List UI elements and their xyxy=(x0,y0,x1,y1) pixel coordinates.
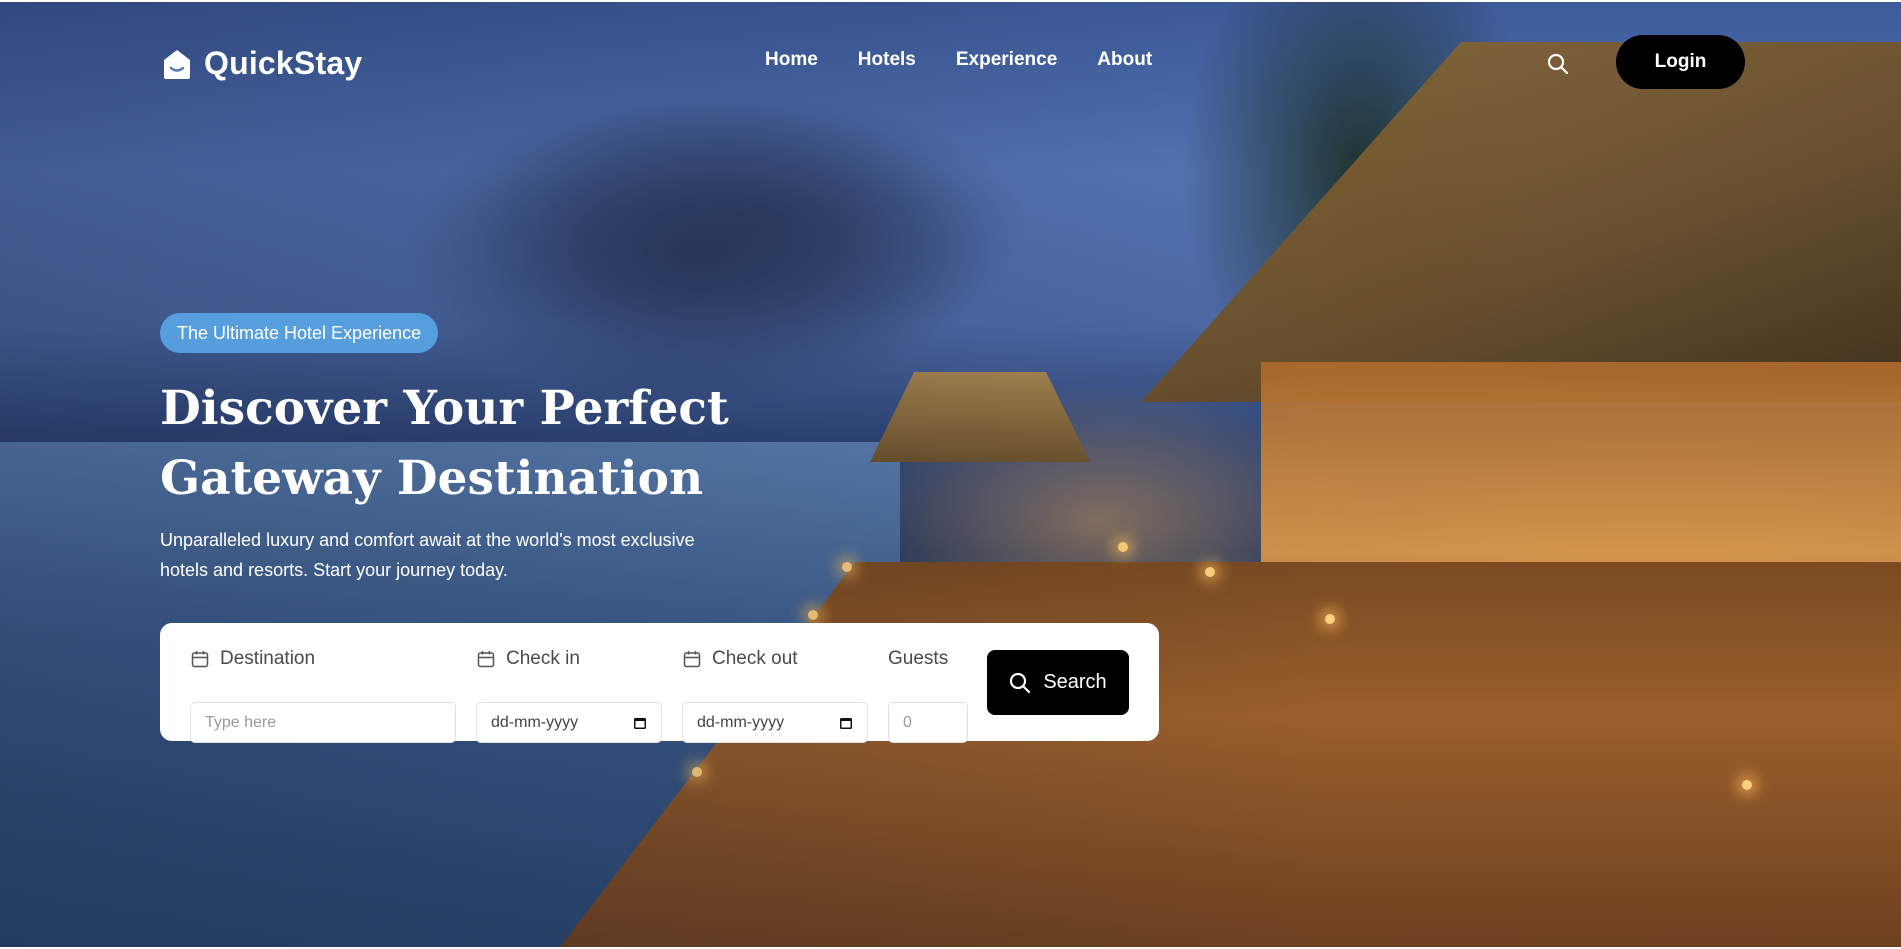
brand-logo[interactable]: QuickStay xyxy=(160,45,362,82)
hero-section: QuickStay Home Hotels Experience About L… xyxy=(0,2,1901,947)
login-button[interactable]: Login xyxy=(1616,35,1745,89)
date-picker-icon[interactable] xyxy=(839,716,853,730)
check-in-label-text: Check in xyxy=(506,648,580,669)
nav-about[interactable]: About xyxy=(1097,49,1152,71)
check-in-input[interactable]: dd-mm-yyyy xyxy=(476,702,662,743)
main-nav: Home Hotels Experience About xyxy=(765,49,1152,71)
search-button[interactable]: Search xyxy=(987,650,1129,715)
hero-subtitle: Unparalleled luxury and comfort await at… xyxy=(160,525,800,585)
brand-name: QuickStay xyxy=(204,45,363,81)
booking-search-panel: Destination Type here Check in dd-mm-yyy… xyxy=(160,623,1159,743)
check-out-placeholder: dd-mm-yyyy xyxy=(697,713,785,731)
check-out-field: Check out dd-mm-yyyy xyxy=(682,646,868,743)
check-out-input[interactable]: dd-mm-yyyy xyxy=(682,702,868,743)
destination-placeholder: Type here xyxy=(205,713,277,731)
subtitle-line-2: hotels and resorts. Start your journey t… xyxy=(160,560,508,580)
date-picker-icon[interactable] xyxy=(633,716,647,730)
subtitle-line-1: Unparalleled luxury and comfort await at… xyxy=(160,530,695,550)
nav-home[interactable]: Home xyxy=(765,49,818,71)
check-in-placeholder: dd-mm-yyyy xyxy=(491,713,579,731)
headline-line-1: Discover Your Perfect xyxy=(160,381,729,436)
guests-input[interactable]: 0 xyxy=(888,702,968,743)
check-out-label-text: Check out xyxy=(712,648,798,669)
calendar-icon xyxy=(477,651,495,668)
search-icon xyxy=(1010,672,1031,693)
check-out-label: Check out xyxy=(682,646,798,672)
destination-field: Destination Type here xyxy=(190,646,456,743)
nav-experience[interactable]: Experience xyxy=(956,49,1057,71)
headline-line-2: Gateway Destination xyxy=(160,451,704,506)
guests-field: Guests 0 xyxy=(888,646,968,743)
guests-label: Guests xyxy=(888,646,948,672)
guests-label-text: Guests xyxy=(888,648,949,669)
search-icon[interactable] xyxy=(1547,53,1569,75)
calendar-icon xyxy=(683,651,701,668)
destination-input[interactable]: Type here xyxy=(190,702,456,743)
calendar-icon xyxy=(191,651,209,668)
hero-headline: Discover Your Perfect Gateway Destinatio… xyxy=(160,374,880,514)
search-button-label: Search xyxy=(1043,671,1107,693)
destination-label: Destination xyxy=(190,646,315,672)
guests-placeholder: 0 xyxy=(903,713,912,731)
house-smile-icon xyxy=(164,49,190,79)
hero-badge: The Ultimate Hotel Experience xyxy=(160,313,439,353)
check-in-label: Check in xyxy=(476,646,580,672)
destination-label-text: Destination xyxy=(220,648,316,669)
check-in-field: Check in dd-mm-yyyy xyxy=(476,646,662,743)
nav-hotels[interactable]: Hotels xyxy=(858,49,916,71)
